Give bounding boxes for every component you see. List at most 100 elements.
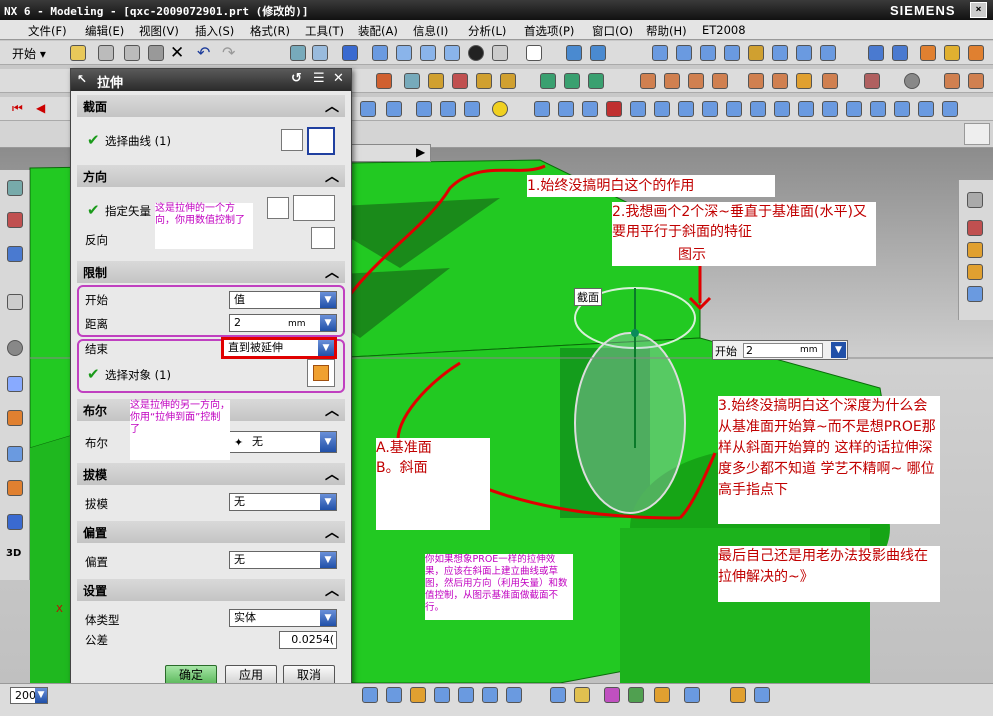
surface-i-icon[interactable] [726, 101, 742, 117]
undo-icon[interactable]: ↶ [197, 43, 210, 62]
open-icon[interactable] [70, 45, 86, 61]
feature-e-icon[interactable] [476, 73, 492, 89]
settings-group-header[interactable]: 设置 ︿ [77, 579, 345, 601]
sphere-icon[interactable] [904, 73, 920, 89]
line-icon[interactable] [700, 45, 716, 61]
menu-format[interactable]: 格式(R) [250, 23, 290, 39]
end-select[interactable]: 直到被延伸 ▼ [221, 337, 337, 359]
surface-q-icon[interactable] [918, 101, 934, 117]
snap2-icon[interactable] [590, 45, 606, 61]
bottom-e-icon[interactable] [458, 687, 474, 703]
part-h-icon[interactable] [822, 73, 838, 89]
copy-icon[interactable] [124, 45, 140, 61]
tolerance-input[interactable]: 0.0254( [279, 631, 337, 649]
feature-a-icon[interactable] [376, 73, 392, 89]
manufacturing-wizard-icon[interactable] [7, 446, 23, 462]
curve-select-icon[interactable] [307, 127, 335, 155]
curve-c-icon[interactable] [416, 101, 432, 117]
surface-f-icon[interactable] [654, 101, 670, 117]
curve-d-icon[interactable] [440, 101, 456, 117]
selection-filter-box[interactable] [964, 123, 990, 145]
part-navigator-icon[interactable] [7, 246, 23, 262]
surface-k-icon[interactable] [774, 101, 790, 117]
analysis-icon[interactable] [796, 45, 812, 61]
shaded-icon[interactable] [342, 45, 358, 61]
start-onscreen-dropdown[interactable]: ▼ [831, 342, 846, 358]
menu-insert[interactable]: 插入(S) [195, 23, 234, 39]
body-type-select[interactable]: 实体 ▼ [229, 609, 337, 627]
surface-o-icon[interactable] [870, 101, 886, 117]
vector-type-dropdown[interactable] [293, 195, 335, 221]
curve-b-icon[interactable] [386, 101, 402, 117]
prev-icon[interactable]: ◀ [36, 101, 45, 115]
section-group-header[interactable]: 截面 ︿ [77, 95, 345, 117]
bottom-g-icon[interactable] [506, 687, 522, 703]
dialog-title-bar[interactable]: ↖ 拉伸 ↺ ☰ ✕ [71, 69, 351, 91]
surface-e-icon[interactable] [630, 101, 646, 117]
menu-info[interactable]: 信息(I) [413, 23, 448, 39]
part-a-icon[interactable] [640, 73, 656, 89]
menu-edit[interactable]: 编辑(E) [85, 23, 124, 39]
close-icon[interactable]: × [970, 2, 987, 18]
selection-icon[interactable] [290, 45, 306, 61]
surface-a-icon[interactable] [534, 101, 550, 117]
surface-h-icon[interactable] [702, 101, 718, 117]
snap-right-c-icon[interactable] [967, 242, 983, 258]
menu-tools[interactable]: 工具(T) [305, 23, 344, 39]
process-studio-icon[interactable] [7, 410, 23, 426]
3d-icon[interactable]: 3D [6, 548, 21, 559]
ok-button[interactable]: 确定 [165, 665, 217, 685]
bottom-o-icon[interactable] [754, 687, 770, 703]
snap-right-b-icon[interactable] [967, 220, 983, 236]
feature-d-icon[interactable] [452, 73, 468, 89]
curve-e-icon[interactable] [464, 101, 480, 117]
surface-c-icon[interactable] [582, 101, 598, 117]
hide-icon[interactable] [868, 45, 884, 61]
surface-b-icon[interactable] [558, 101, 574, 117]
menu-analysis[interactable]: 分析(L) [468, 23, 506, 39]
feature-icon[interactable] [748, 45, 764, 61]
measure-icon[interactable] [772, 45, 788, 61]
assembly-navigator-icon[interactable] [7, 180, 23, 196]
dialog-menu-icon[interactable]: ☰ [313, 71, 325, 86]
paste-icon[interactable] [148, 45, 164, 61]
assembly-c-icon[interactable] [588, 73, 604, 89]
surface-m-icon[interactable] [822, 101, 838, 117]
snap-icon[interactable] [566, 45, 582, 61]
show-icon[interactable] [892, 45, 908, 61]
cube-front-icon[interactable] [396, 45, 412, 61]
menu-help[interactable]: 帮助(H) [646, 23, 687, 39]
apply-button[interactable]: 应用 [225, 665, 277, 685]
extra-icon[interactable] [968, 45, 984, 61]
bottom-c-icon[interactable] [410, 687, 426, 703]
draft-select[interactable]: 无 ▼ [229, 493, 337, 511]
zoom-select[interactable]: 200 ▼ [10, 687, 48, 704]
lighting-icon[interactable] [492, 45, 508, 61]
start-onscreen-field[interactable]: 2 mm [743, 343, 823, 358]
bottom-j-icon[interactable] [604, 687, 620, 703]
part-c-icon[interactable] [688, 73, 704, 89]
roles-icon[interactable] [7, 480, 23, 496]
scroll-right-icon[interactable]: ▶ [416, 145, 425, 159]
draft-group-header[interactable]: 拔模 ︿ [77, 463, 345, 485]
part-b-icon[interactable] [664, 73, 680, 89]
surface-r-icon[interactable] [942, 101, 958, 117]
offset-group-header[interactable]: 偏置 ︿ [77, 521, 345, 543]
menu-preferences[interactable]: 首选项(P) [524, 23, 574, 39]
bottom-f-icon[interactable] [482, 687, 498, 703]
bottom-a-icon[interactable] [362, 687, 378, 703]
part-f-icon[interactable] [772, 73, 788, 89]
feature-b-icon[interactable] [404, 73, 420, 89]
bottom-i-icon[interactable] [574, 687, 590, 703]
limits-group-header[interactable]: 限制 ︿ [77, 261, 345, 283]
system-materials-icon[interactable] [7, 376, 23, 392]
snap-right-e-icon[interactable] [967, 286, 983, 302]
menu-assembly[interactable]: 装配(A) [358, 23, 398, 39]
bottom-d-icon[interactable] [434, 687, 450, 703]
distance-input[interactable]: 2 mm ▼ [229, 314, 337, 332]
vector-dialog-icon[interactable] [267, 197, 289, 219]
feature-c-icon[interactable] [428, 73, 444, 89]
part-d-icon[interactable] [712, 73, 728, 89]
dialog-close-icon[interactable]: ✕ [333, 71, 344, 86]
part-g-icon[interactable] [796, 73, 812, 89]
